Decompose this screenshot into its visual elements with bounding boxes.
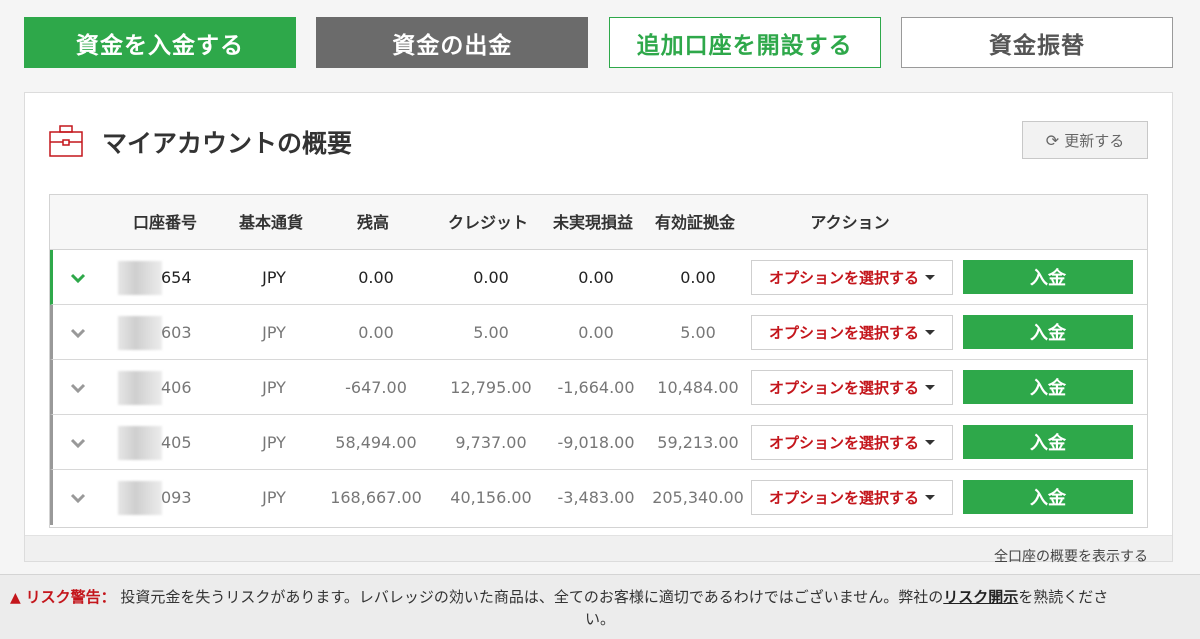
open-additional-account-button[interactable]: 追加口座を開設する <box>608 17 881 68</box>
credit: 9,737.00 <box>455 433 527 452</box>
equity: 5.00 <box>680 323 716 342</box>
transfer-funds-button[interactable]: 資金振替 <box>900 17 1173 68</box>
deposit-button[interactable]: 入金 <box>963 315 1133 349</box>
refresh-button[interactable]: ⟳ 更新する <box>1022 121 1148 159</box>
balance: 58,494.00 <box>335 433 417 452</box>
equity: 10,484.00 <box>657 378 739 397</box>
credit: 0.00 <box>473 268 509 287</box>
base-currency: JPY <box>262 433 286 452</box>
account-number: 406 <box>161 378 192 397</box>
accounts-table: 口座番号 基本通貨 残高 クレジット 未実現損益 有効証拠金 アクション 654… <box>49 194 1148 528</box>
header-equity: 有効証拠金 <box>654 213 735 232</box>
header-base-currency: 基本通貨 <box>238 213 303 232</box>
table-row: 405 JPY 58,494.00 9,737.00 -9,018.00 59,… <box>50 415 1147 470</box>
balance: -647.00 <box>345 378 407 397</box>
table-row: 093 JPY 168,667.00 40,156.00 -3,483.00 2… <box>50 470 1147 525</box>
base-currency: JPY <box>262 323 286 342</box>
header-unrealized-pl: 未実現損益 <box>552 213 633 232</box>
select-option-label: オプションを選択する <box>768 324 919 342</box>
equity: 59,213.00 <box>657 433 739 452</box>
select-option-dropdown[interactable]: オプションを選択する <box>751 480 953 515</box>
refresh-label: 更新する <box>1064 131 1125 150</box>
top-action-bar: 資金を入金する 資金の出金 追加口座を開設する 資金振替 <box>24 17 1173 68</box>
risk-disclosure-link[interactable]: リスク開示 <box>943 588 1018 606</box>
panel-footer: 全口座の概要を表示する <box>25 535 1172 565</box>
select-option-dropdown[interactable]: オプションを選択する <box>751 370 953 405</box>
table-header: 口座番号 基本通貨 残高 クレジット 未実現損益 有効証拠金 アクション <box>50 195 1147 250</box>
caret-down-icon <box>925 330 935 335</box>
deposit-button[interactable]: 入金 <box>963 480 1133 514</box>
equity: 0.00 <box>680 268 716 287</box>
select-option-dropdown[interactable]: オプションを選択する <box>751 425 953 460</box>
deposit-button[interactable]: 入金 <box>963 260 1133 294</box>
balance: 0.00 <box>358 268 394 287</box>
risk-text-before: 投資元金を失うリスクがあります。レバレッジの効いた商品は、全てのお客様に適切であ… <box>120 588 944 606</box>
risk-text-tail: い。 <box>584 610 615 628</box>
select-option-label: オプションを選択する <box>768 269 919 287</box>
risk-warning-bar: ▲ リスク警告： 投資元金を失うリスクがあります。レバレッジの効いた商品は、全て… <box>0 574 1200 639</box>
masked-account-prefix <box>118 481 162 515</box>
chevron-down-icon[interactable] <box>68 433 88 453</box>
base-currency: JPY <box>262 488 286 507</box>
masked-account-prefix <box>118 261 162 295</box>
credit: 40,156.00 <box>450 488 532 507</box>
chevron-down-icon[interactable] <box>68 378 88 398</box>
caret-down-icon <box>925 440 935 445</box>
account-number: 093 <box>161 488 192 507</box>
caret-down-icon <box>925 495 935 500</box>
risk-warning-text: ▲ リスク警告： 投資元金を失うリスクがあります。レバレッジの効いた商品は、全て… <box>10 587 1190 630</box>
panel-title: マイアカウントの概要 <box>102 129 353 158</box>
risk-warning-label: リスク警告： <box>25 588 116 606</box>
panel-header: マイアカウントの概要 ⟳ 更新する <box>25 93 1172 189</box>
account-number: 405 <box>161 433 192 452</box>
account-number: 603 <box>161 323 192 342</box>
header-account-number: 口座番号 <box>132 213 197 232</box>
deposit-button[interactable]: 入金 <box>963 370 1133 404</box>
risk-text-after: を熟読くださ <box>1018 588 1109 606</box>
deposit-funds-button[interactable]: 資金を入金する <box>24 17 296 68</box>
briefcase-icon <box>49 125 83 157</box>
caret-down-icon <box>925 385 935 390</box>
deposit-button[interactable]: 入金 <box>963 425 1133 459</box>
balance: 0.00 <box>358 323 394 342</box>
table-row: 406 JPY -647.00 12,795.00 -1,664.00 10,4… <box>50 360 1147 415</box>
chevron-down-icon[interactable] <box>68 488 88 508</box>
credit: 5.00 <box>473 323 509 342</box>
header-action: アクション <box>810 213 890 232</box>
caret-down-icon <box>925 275 935 280</box>
account-overview-panel: マイアカウントの概要 ⟳ 更新する 口座番号 基本通貨 残高 クレジット 未実現… <box>24 92 1173 565</box>
select-option-label: オプションを選択する <box>768 434 919 452</box>
warning-icon: ▲ <box>10 590 21 606</box>
select-option-label: オプションを選択する <box>768 379 919 397</box>
select-option-dropdown[interactable]: オプションを選択する <box>751 260 953 295</box>
refresh-icon: ⟳ <box>1045 130 1060 150</box>
table-row: 603 JPY 0.00 5.00 0.00 5.00 オプションを選択する 入… <box>50 305 1147 360</box>
masked-account-prefix <box>118 316 162 350</box>
show-all-accounts-link[interactable]: 全口座の概要を表示する <box>994 546 1148 566</box>
masked-account-prefix <box>118 426 162 460</box>
account-number: 654 <box>161 268 192 287</box>
base-currency: JPY <box>262 378 286 397</box>
withdraw-funds-button[interactable]: 資金の出金 <box>316 17 589 68</box>
select-option-dropdown[interactable]: オプションを選択する <box>751 315 953 350</box>
table-row: 654 JPY 0.00 0.00 0.00 0.00 オプションを選択する 入… <box>50 250 1147 305</box>
base-currency: JPY <box>262 268 286 287</box>
chevron-down-icon[interactable] <box>68 323 88 343</box>
balance: 168,667.00 <box>330 488 422 507</box>
header-balance: 残高 <box>356 213 389 232</box>
header-credit: クレジット <box>447 213 528 232</box>
chevron-down-icon[interactable] <box>68 268 88 288</box>
masked-account-prefix <box>118 371 162 405</box>
equity: 205,340.00 <box>652 488 744 507</box>
credit: 12,795.00 <box>450 378 532 397</box>
select-option-label: オプションを選択する <box>768 489 919 507</box>
